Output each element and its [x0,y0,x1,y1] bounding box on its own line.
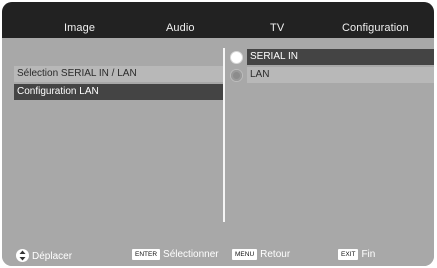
hint-move-label: Déplacer [32,251,73,262]
tab-tv[interactable]: TV [270,22,284,34]
hint-exit: EXIT Fin [338,249,375,263]
hint-exit-label: Fin [361,249,376,260]
hint-select-label: Sélectionner [163,249,219,260]
footer-hints: Déplacer ENTER Sélectionner MENU Retour EX… [2,242,434,266]
tab-configuration[interactable]: Configuration [342,22,409,34]
hint-back: MENU Retour [232,249,290,263]
settings-screen: Image Audio TV Configuration Sélection S… [2,2,434,266]
exit-key-badge: EXIT [338,249,359,260]
menu-key-badge: MENU [232,249,258,260]
option-serial-in[interactable]: SERIAL IN [247,49,434,65]
up-down-arrows-icon [16,249,29,262]
top-menu-bar: Image Audio TV Configuration [2,2,434,38]
settings-list-panel: Sélection SERIAL IN / LAN Configuration … [2,38,223,242]
tab-audio[interactable]: Audio [166,22,195,34]
menu-item-serial-lan-selection[interactable]: Sélection SERIAL IN / LAN [14,66,223,82]
radio-unselected-icon[interactable] [231,70,242,81]
tab-image[interactable]: Image [64,22,95,34]
hint-select: ENTER Sélectionner [132,249,219,263]
hint-back-label: Retour [260,249,291,260]
option-lan[interactable]: LAN [247,67,434,83]
menu-item-lan-configuration[interactable]: Configuration LAN [14,84,223,100]
enter-key-badge: ENTER [132,249,161,260]
hint-move: Déplacer [16,249,72,263]
radio-selected-icon[interactable] [231,52,242,63]
options-panel: SERIAL IN LAN [225,38,434,242]
